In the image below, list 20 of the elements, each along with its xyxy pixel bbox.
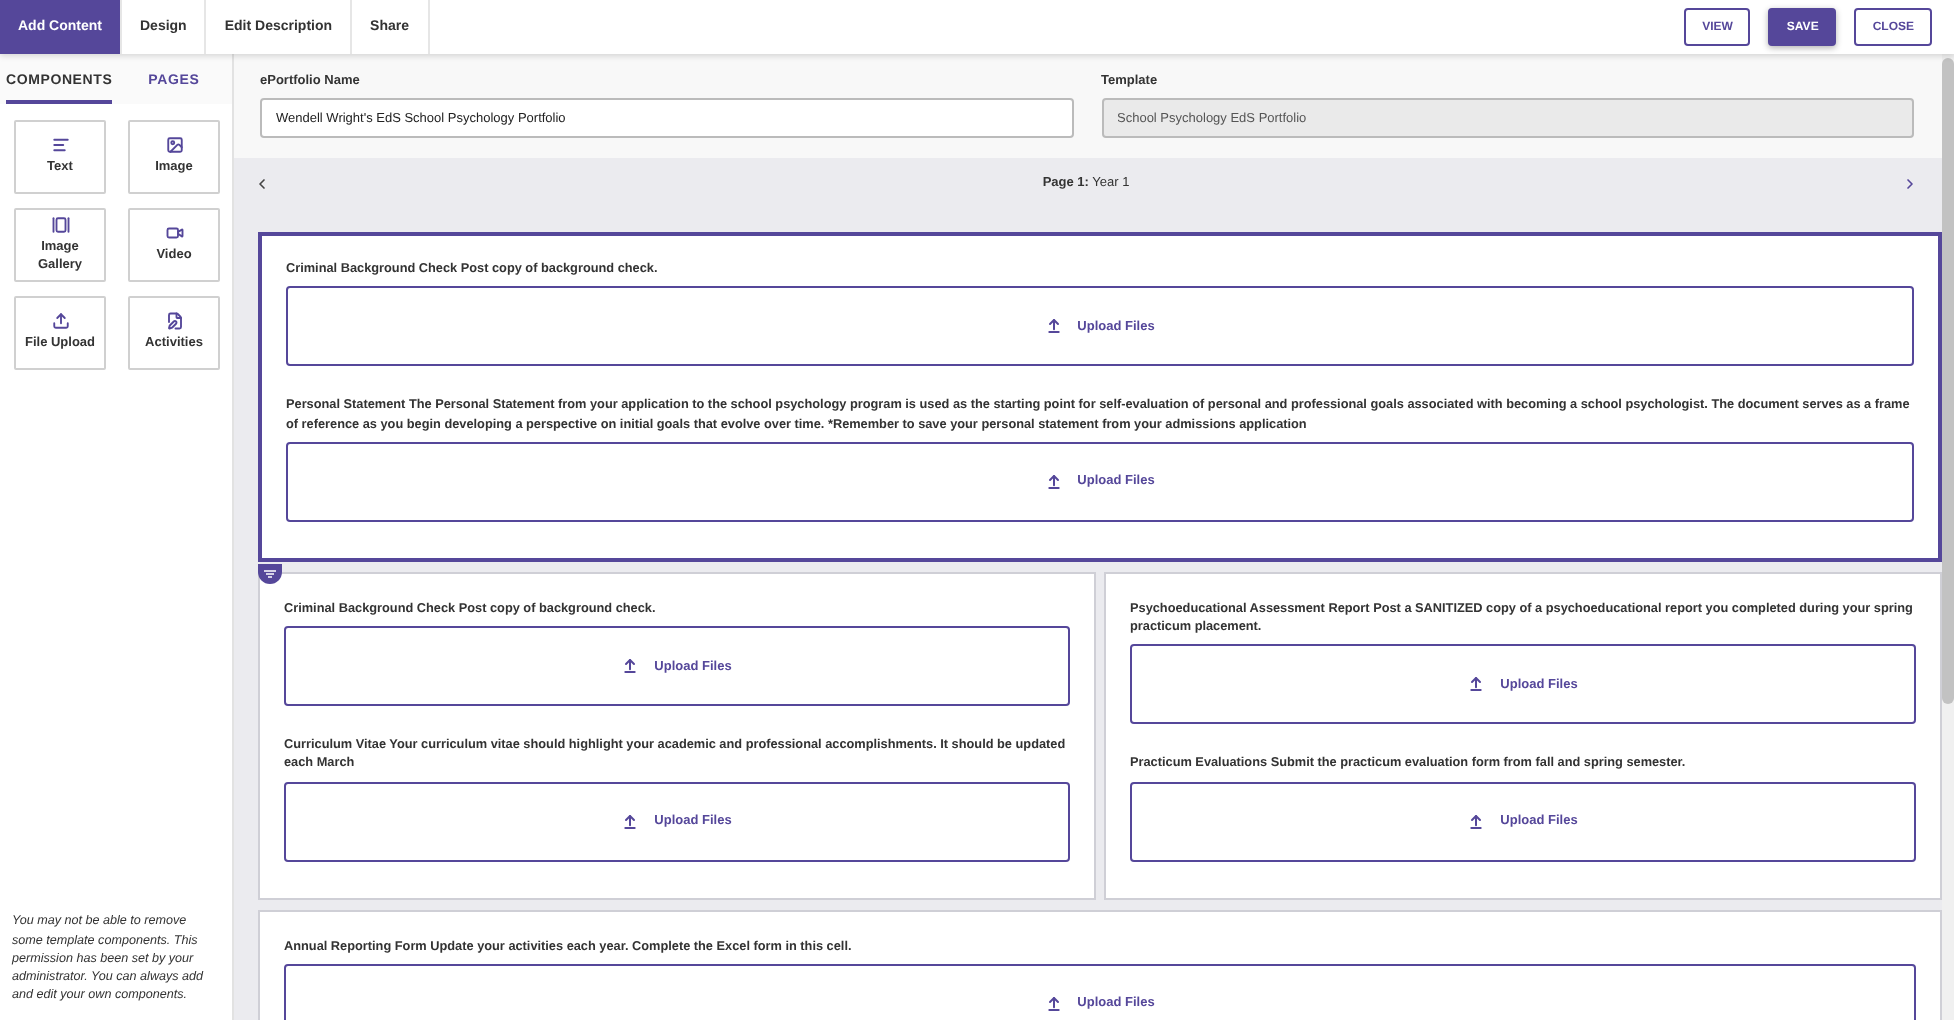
lines-icon (51, 136, 69, 155)
upload-icon (622, 813, 639, 830)
file-pen-icon (165, 312, 183, 331)
scrollbar[interactable] (1942, 54, 1954, 1020)
video-camera-icon (165, 224, 183, 243)
upload-icon (1045, 473, 1062, 490)
grip-icon (264, 569, 276, 578)
section-card[interactable] (258, 571, 1942, 900)
upload-icon (622, 658, 639, 675)
next-icon[interactable] (1902, 175, 1918, 191)
upload-icon (1045, 995, 1062, 1012)
upload-icon (1468, 676, 1485, 693)
gallery-icon (51, 215, 69, 234)
image-icon (165, 136, 183, 155)
upload-icon (51, 312, 69, 331)
section-card[interactable] (258, 232, 1942, 562)
previous-icon[interactable] (254, 175, 270, 191)
upload-icon (1045, 318, 1062, 335)
drag-handle[interactable] (258, 563, 282, 584)
upload-icon (1468, 813, 1485, 830)
